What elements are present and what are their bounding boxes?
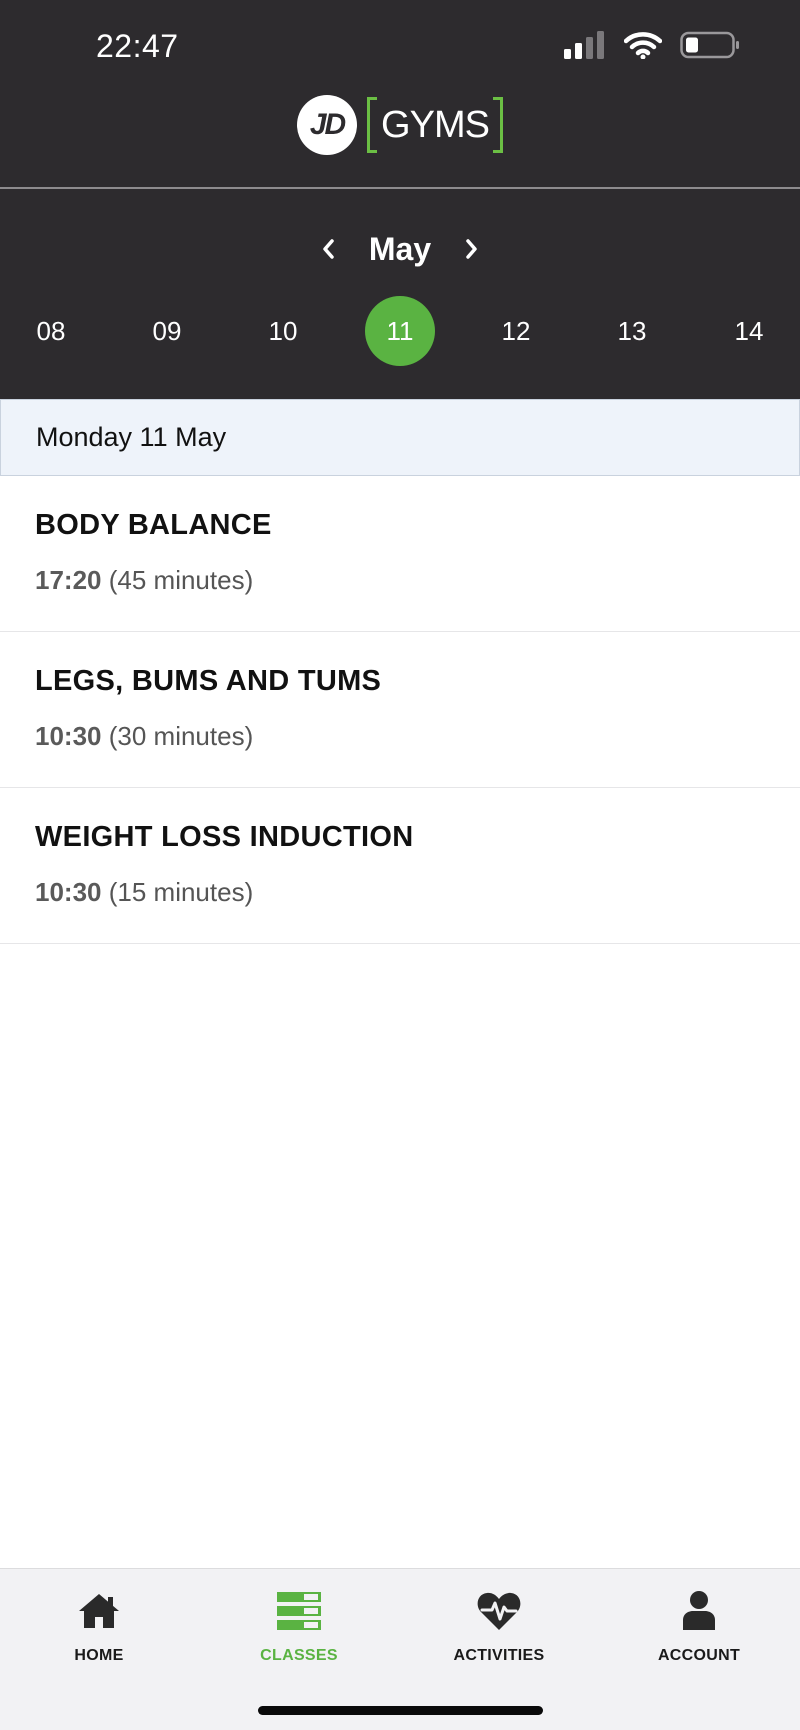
tab-account[interactable]: ACCOUNT	[619, 1587, 779, 1687]
previous-month-button[interactable]	[315, 234, 341, 264]
person-icon	[675, 1587, 723, 1635]
home-indicator	[258, 1706, 543, 1715]
battery-icon	[680, 31, 740, 64]
selected-date-label: Monday 11 May	[36, 422, 227, 452]
class-meta: 10:30 (15 minutes)	[35, 877, 253, 908]
home-icon	[75, 1587, 123, 1635]
class-meta: 10:30 (30 minutes)	[35, 721, 253, 752]
status-time: 22:47	[96, 28, 179, 64]
tab-label: HOME	[74, 1647, 124, 1664]
class-name: WEIGHT LOSS INDUCTION	[35, 821, 414, 853]
logo-gyms-wordmark: GYMS	[367, 95, 503, 155]
day-button[interactable]: 09	[132, 296, 202, 366]
class-meta: 17:20 (45 minutes)	[35, 565, 253, 596]
day-strip: 08 09 10 11 12 13 14	[0, 296, 800, 366]
chevron-right-icon	[466, 239, 477, 259]
day-button[interactable]: 12	[481, 296, 551, 366]
class-item[interactable]: BODY BALANCE 17:20 (45 minutes)	[0, 476, 800, 632]
tab-classes[interactable]: CLASSES	[219, 1587, 379, 1687]
app-header: 22:47 JD GYMS	[0, 0, 800, 187]
class-duration: (15 minutes)	[108, 877, 254, 907]
tab-label: ACTIVITIES	[453, 1647, 545, 1664]
day-button[interactable]: 10	[248, 296, 318, 366]
next-month-button[interactable]	[459, 234, 485, 264]
class-duration: (30 minutes)	[108, 721, 254, 751]
logo-bracket-left	[367, 97, 378, 153]
class-time: 17:20	[35, 565, 102, 595]
logo-bracket-right	[492, 97, 503, 153]
logo-jd-mark: JD	[297, 95, 358, 155]
classes-icon	[275, 1587, 323, 1635]
heart-pulse-icon	[475, 1587, 523, 1635]
date-picker: May 08 09 10 11 12 13 14	[0, 189, 800, 399]
wifi-icon	[623, 31, 663, 64]
class-time: 10:30	[35, 877, 102, 907]
month-label: May	[368, 230, 432, 267]
tab-home[interactable]: HOME	[19, 1587, 179, 1687]
logo-gyms-text: GYMS	[381, 103, 490, 146]
jd-gyms-logo: JD GYMS	[0, 92, 800, 158]
month-selector: May	[0, 227, 800, 271]
tab-label: CLASSES	[260, 1647, 338, 1664]
tab-activities[interactable]: ACTIVITIES	[419, 1587, 579, 1687]
class-duration: (45 minutes)	[108, 565, 254, 595]
class-item[interactable]: LEGS, BUMS AND TUMS 10:30 (30 minutes)	[0, 632, 800, 788]
day-button[interactable]: 14	[714, 296, 784, 366]
class-item[interactable]: WEIGHT LOSS INDUCTION 10:30 (15 minutes)	[0, 788, 800, 944]
day-button[interactable]: 13	[597, 296, 667, 366]
selected-date-banner: Monday 11 May	[0, 399, 800, 476]
chevron-left-icon	[323, 239, 334, 259]
class-time: 10:30	[35, 721, 102, 751]
class-name: BODY BALANCE	[35, 509, 272, 541]
signal-icon	[564, 30, 606, 64]
tab-label: ACCOUNT	[657, 1647, 741, 1664]
class-name: LEGS, BUMS AND TUMS	[35, 665, 382, 697]
status-icons	[564, 30, 740, 64]
class-list: BODY BALANCE 17:20 (45 minutes) LEGS, BU…	[0, 476, 800, 944]
day-button[interactable]: 08	[16, 296, 86, 366]
day-button-selected[interactable]: 11	[365, 296, 435, 366]
